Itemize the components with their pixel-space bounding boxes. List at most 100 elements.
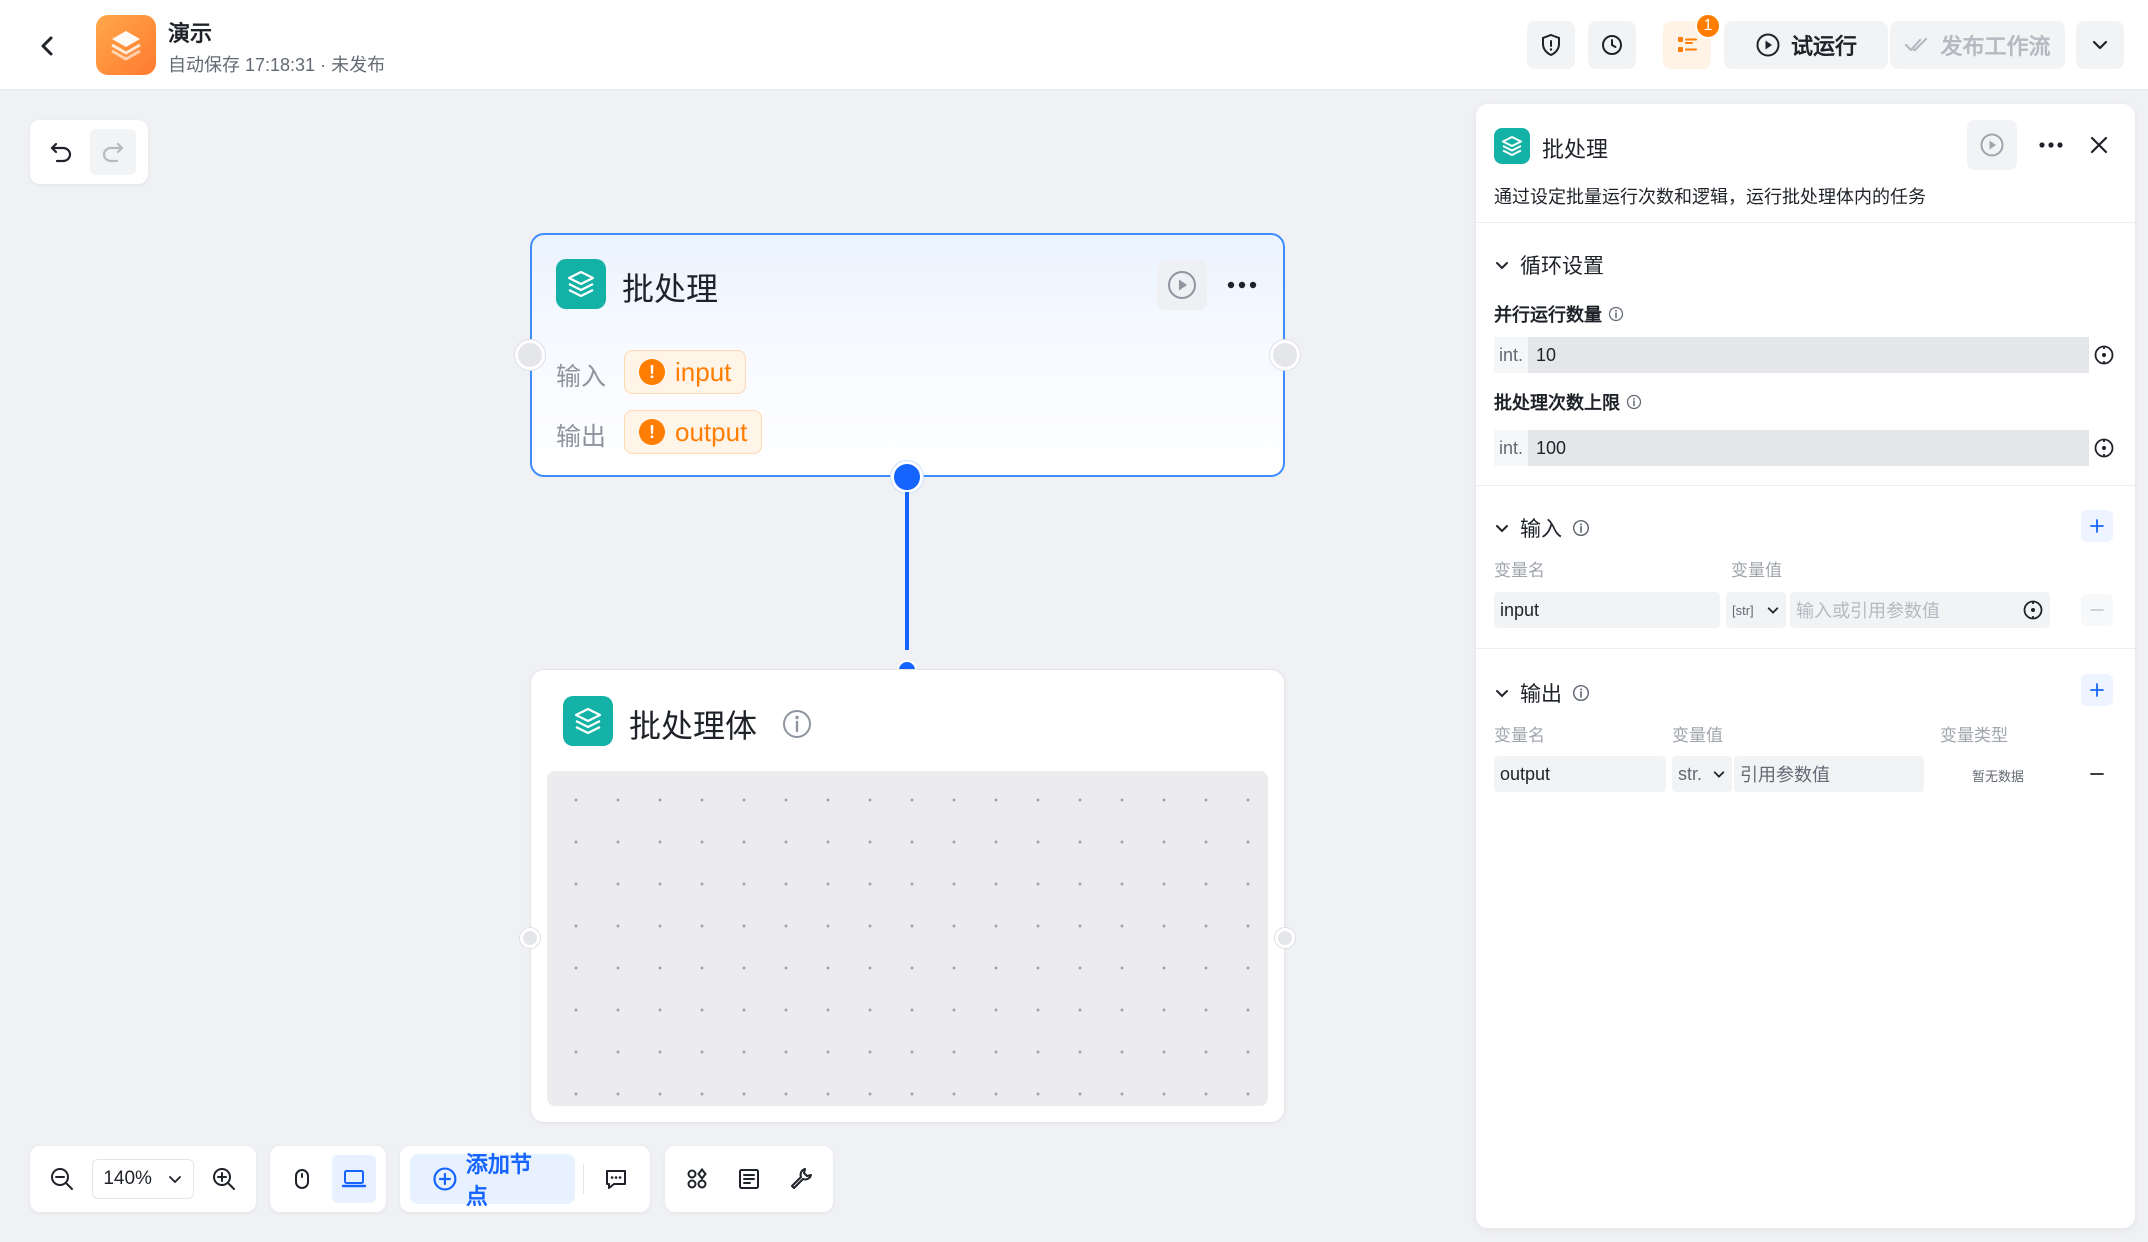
chevron-left-icon [41, 36, 53, 56]
more-horizontal-icon [2039, 142, 2063, 148]
limit-type-tag: int. [1494, 430, 1528, 466]
chevron-down-icon [1767, 607, 1779, 614]
batch-body-node-icon [563, 696, 613, 746]
panel-divider [1476, 648, 2135, 649]
problems-button[interactable]: 1 [1663, 13, 1721, 69]
zoom-select[interactable]: 140% [92, 1159, 194, 1199]
panel-node-icon [1494, 128, 1530, 164]
close-icon [2090, 136, 2108, 154]
reference-variable-button[interactable] [2089, 337, 2119, 373]
chevron-down-icon [1496, 690, 1508, 698]
input-col-name-header: 变量名 [1494, 561, 1545, 580]
back-button[interactable] [28, 26, 68, 66]
history-button[interactable] [1588, 21, 1636, 69]
loop-settings-header[interactable]: 循环设置 [1494, 250, 1604, 280]
chevron-down-icon [168, 1176, 181, 1184]
batch-limit-label: 批处理次数上限 [1494, 389, 1642, 415]
input-col-value-header: 变量值 [1731, 561, 1782, 580]
batch-limit-label-text: 批处理次数上限 [1494, 393, 1620, 413]
comment-button[interactable] [592, 1155, 640, 1203]
redo-icon [102, 142, 124, 163]
add-output-button[interactable] [2081, 674, 2113, 706]
add-node-button[interactable]: 添加节点 [410, 1152, 576, 1209]
output-section-title: 输出 [1520, 683, 1562, 706]
reference-variable-button[interactable] [2089, 430, 2119, 466]
panel-close-button[interactable] [2074, 120, 2124, 170]
output-chip-text: output [675, 416, 748, 447]
components-button[interactable] [675, 1155, 719, 1203]
output-type-select[interactable]: str. [1672, 756, 1732, 792]
publish-dropdown-button[interactable] [2076, 21, 2124, 69]
batch-body-output-port[interactable] [1275, 928, 1295, 948]
undo-button[interactable] [38, 129, 84, 175]
zoom-value: 140% [103, 1168, 152, 1189]
plus-icon [2090, 683, 2104, 697]
info-icon[interactable] [1626, 394, 1642, 410]
output-section-header[interactable]: 输出 [1494, 678, 1590, 708]
parallel-type-tag: int. [1494, 337, 1528, 373]
trial-run-button[interactable]: 试运行 [1724, 21, 1888, 69]
top-header: 演示 自动保存 17:18:31 · 未发布 1 试运行 发布工作流 [0, 0, 2148, 90]
interaction-mode-controls [270, 1146, 386, 1212]
add-node-label: 添加节点 [465, 1152, 532, 1209]
input-var-name-field[interactable]: input [1494, 592, 1720, 628]
output-var-name-field[interactable]: output [1494, 756, 1666, 792]
panel-divider [1476, 222, 2135, 223]
document-icon [739, 1169, 759, 1189]
batch-node[interactable]: 批处理 输入 ! input 输出 ! output [530, 233, 1285, 477]
publish-button[interactable]: 发布工作流 [1890, 21, 2065, 69]
variable-ref-icon[interactable] [2022, 599, 2044, 621]
batch-node-input-port[interactable] [515, 340, 545, 370]
connection-edge[interactable] [905, 492, 909, 650]
batch-node-more-button[interactable] [1217, 260, 1267, 310]
batch-node-run-button[interactable] [1157, 260, 1207, 310]
notes-button[interactable] [727, 1155, 771, 1203]
panel-title: 批处理 [1542, 137, 1609, 162]
node-settings-panel: 批处理 通过设定批量运行次数和逻辑，运行批处理体内的任务 循环设置 并行运行数量… [1476, 104, 2135, 1228]
stack-layers-icon [111, 31, 141, 61]
panel-run-button[interactable] [1967, 120, 2017, 170]
mouse-mode-button[interactable] [280, 1155, 324, 1203]
security-button[interactable] [1527, 21, 1575, 69]
add-node-controls: 添加节点 [400, 1146, 650, 1212]
redo-button[interactable] [90, 129, 136, 175]
remove-output-button[interactable] [2081, 758, 2113, 790]
output-value-field[interactable]: 引用参数值 [1734, 756, 1924, 792]
touchpad-mode-button[interactable] [332, 1155, 376, 1203]
toolbar-divider [583, 1164, 585, 1194]
settings-tool-button[interactable] [779, 1155, 823, 1203]
info-icon[interactable] [1572, 684, 1590, 702]
batch-body-subcanvas[interactable] [547, 771, 1268, 1106]
output-type-value: str. [1678, 763, 1703, 784]
batch-limit-field: int. 100 [1494, 430, 2119, 466]
panel-more-button[interactable] [2026, 120, 2076, 170]
batch-body-input-port[interactable] [520, 928, 540, 948]
output-col-type-header: 变量类型 [1940, 726, 2008, 745]
batch-node-body-port[interactable] [891, 461, 923, 493]
info-icon[interactable] [781, 708, 813, 745]
publish-label: 发布工作流 [1940, 34, 2051, 59]
problems-badge: 1 [1695, 13, 1721, 39]
batch-body-node[interactable]: 批处理体 [530, 669, 1285, 1123]
remove-input-button[interactable] [2081, 594, 2113, 626]
info-icon[interactable] [1572, 519, 1590, 537]
plus-icon [2090, 519, 2104, 533]
tools-controls [665, 1146, 833, 1212]
panel-divider [1476, 485, 2135, 486]
input-type-select[interactable]: [str] [1726, 592, 1786, 628]
zoom-out-button[interactable] [40, 1155, 84, 1203]
zoom-in-button[interactable] [202, 1155, 246, 1203]
batch-limit-input[interactable]: 100 [1528, 430, 2089, 466]
parallel-count-input[interactable]: 10 [1528, 337, 2089, 373]
zoom-controls: 140% [30, 1146, 256, 1212]
more-horizontal-icon [1227, 281, 1257, 289]
batch-node-output-port[interactable] [1270, 340, 1300, 370]
output-col-name-header: 变量名 [1494, 726, 1545, 745]
undo-icon [50, 142, 72, 163]
add-input-button[interactable] [2081, 510, 2113, 542]
info-icon[interactable] [1608, 306, 1624, 322]
input-section-header[interactable]: 输入 [1494, 513, 1590, 543]
output-chip[interactable]: ! output [624, 410, 763, 454]
input-chip[interactable]: ! input [624, 350, 747, 394]
input-value-field[interactable]: 输入或引用参数值 [1790, 592, 2050, 628]
